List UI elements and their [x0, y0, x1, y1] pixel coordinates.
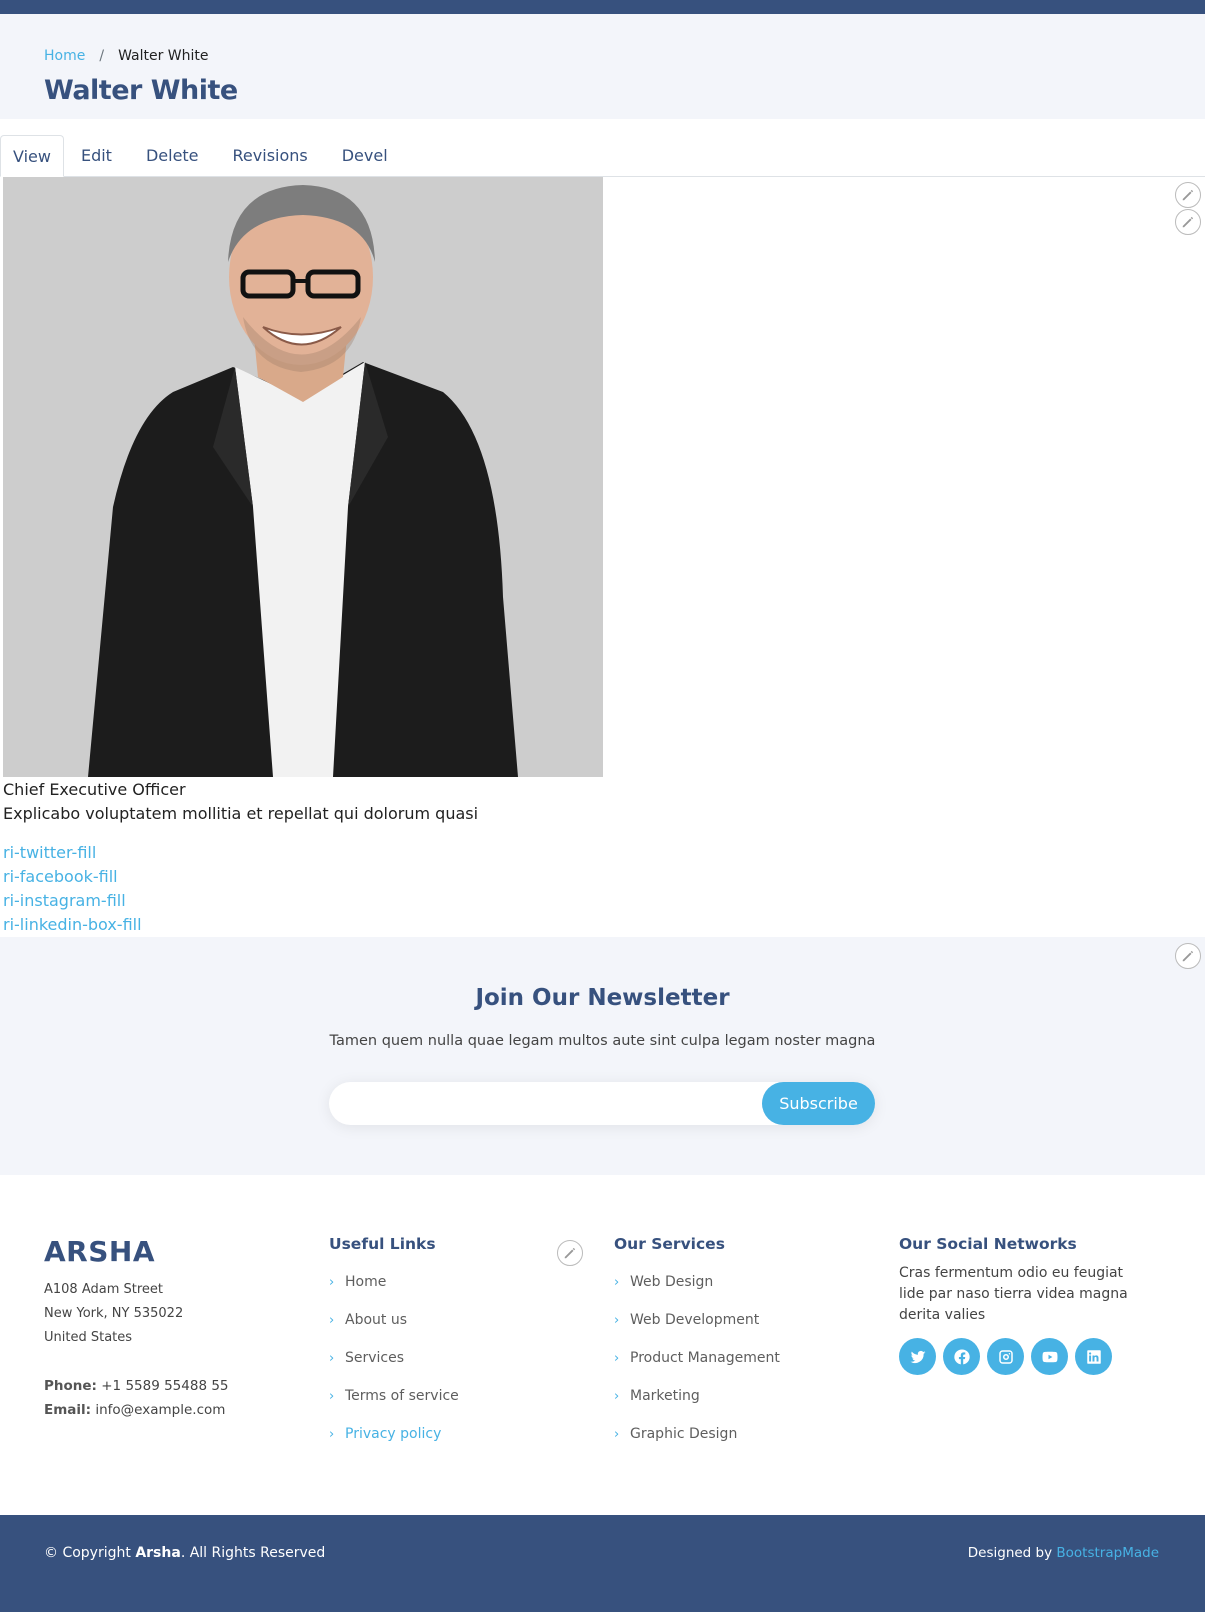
footer-services: Our Services › Web Design › Web Developmen…: [614, 1235, 780, 1453]
chevron-right-icon: ›: [329, 1350, 335, 1366]
footer-service-item[interactable]: › Graphic Design: [614, 1415, 780, 1453]
chevron-right-icon: ›: [329, 1388, 335, 1404]
chevron-right-icon: ›: [614, 1426, 620, 1442]
designer-link[interactable]: BootstrapMade: [1056, 1545, 1159, 1561]
breadcrumb-current: Walter White: [118, 48, 209, 64]
footer-service-item[interactable]: › Product Management: [614, 1339, 780, 1377]
subscribe-button[interactable]: Subscribe: [762, 1082, 875, 1125]
social-title: Our Social Networks: [899, 1235, 1077, 1253]
breadcrumb-separator: /: [99, 48, 105, 64]
email-label: Email:: [44, 1402, 92, 1418]
newsletter-form: Subscribe: [329, 1082, 875, 1125]
contextual-edit-pencil-icon[interactable]: [1175, 943, 1201, 969]
social-text: Cras fermentum odio eu feugiat lide par …: [899, 1265, 1128, 1323]
footer-social: Our Social Networks Cras fermentum odio …: [899, 1235, 1149, 1375]
newsletter-email-input[interactable]: [392, 1082, 812, 1125]
newsletter-section: Join Our Newsletter Tamen quem nulla qua…: [0, 937, 1205, 1175]
member-social-links: ri-twitter-fill ri-facebook-fill ri-inst…: [3, 841, 142, 937]
address-line: New York, NY 535022: [44, 1306, 184, 1321]
tab-devel[interactable]: Devel: [325, 135, 405, 177]
page-title: Walter White: [44, 75, 238, 106]
twitter-link[interactable]: ri-twitter-fill: [3, 841, 142, 865]
footer-brand: ARSHA: [44, 1235, 155, 1268]
instagram-link[interactable]: ri-instagram-fill: [3, 889, 142, 913]
contextual-edit-pencil-icon[interactable]: [1175, 182, 1201, 208]
footer-bottom: © Copyright Arsha. All Rights Reserved D…: [0, 1515, 1205, 1612]
chevron-right-icon: ›: [329, 1312, 335, 1328]
portrait-illustration: [3, 177, 603, 777]
twitter-icon[interactable]: [899, 1338, 936, 1375]
footer-useful-links: Useful Links › Home › About us › Services ›…: [329, 1235, 459, 1453]
linkedin-icon[interactable]: [1075, 1338, 1112, 1375]
footer-link-label: Home: [345, 1274, 387, 1290]
footer-link-label: Privacy policy: [345, 1426, 442, 1442]
tab-edit[interactable]: Edit: [64, 135, 129, 177]
footer-link-about[interactable]: › About us: [329, 1301, 459, 1339]
footer-link-label: Services: [345, 1350, 405, 1366]
footer-service-item[interactable]: › Web Development: [614, 1301, 780, 1339]
footer-link-privacy[interactable]: › Privacy policy: [329, 1415, 459, 1453]
phone-value: +1 5589 55488 55: [101, 1378, 229, 1394]
tab-revisions[interactable]: Revisions: [216, 135, 325, 177]
youtube-icon[interactable]: [1031, 1338, 1068, 1375]
footer-service-label: Web Design: [630, 1274, 714, 1290]
designed-by-label: Designed by: [967, 1545, 1053, 1561]
footer-phone: Phone: +1 5589 55488 55: [44, 1374, 229, 1398]
footer-link-home[interactable]: › Home: [329, 1263, 459, 1301]
chevron-right-icon: ›: [614, 1312, 620, 1328]
footer-contact: ARSHA A108 Adam Street New York, NY 5350…: [44, 1235, 229, 1422]
footer-email: Email: info@example.com: [44, 1398, 229, 1422]
services-title: Our Services: [614, 1235, 725, 1253]
address-line: United States: [44, 1330, 133, 1345]
member-info: Chief Executive Officer Explicabo volupt…: [3, 778, 478, 826]
breadcrumb: Home / Walter White: [44, 46, 1161, 66]
phone-label: Phone:: [44, 1378, 97, 1394]
footer-link-services[interactable]: › Services: [329, 1339, 459, 1377]
copyright-prefix: © Copyright: [44, 1545, 131, 1561]
credits: Designed by BootstrapMade: [968, 1545, 1159, 1561]
tab-delete[interactable]: Delete: [129, 135, 216, 177]
facebook-link[interactable]: ri-facebook-fill: [3, 865, 142, 889]
newsletter-title: Join Our Newsletter: [475, 985, 730, 1011]
member-role: Chief Executive Officer: [3, 780, 186, 799]
useful-links-title: Useful Links: [329, 1235, 436, 1253]
email-value: info@example.com: [95, 1402, 226, 1418]
member-photo: [3, 177, 603, 777]
footer-service-label: Web Development: [630, 1312, 760, 1328]
footer-service-label: Product Management: [630, 1350, 780, 1366]
newsletter-text: Tamen quem nulla quae legam multos aute …: [329, 1033, 876, 1049]
footer-link-label: About us: [345, 1312, 408, 1328]
contextual-edit-pencil-icon[interactable]: [1175, 209, 1201, 235]
facebook-icon[interactable]: [943, 1338, 980, 1375]
breadcrumbs-section: Home / Walter White Walter White: [0, 14, 1205, 119]
copyright-brand: Arsha: [135, 1545, 181, 1561]
footer-service-label: Graphic Design: [630, 1426, 738, 1442]
footer-link-terms[interactable]: › Terms of service: [329, 1377, 459, 1415]
copyright-suffix: . All Rights Reserved: [180, 1545, 326, 1561]
chevron-right-icon: ›: [329, 1426, 335, 1442]
breadcrumb-home-link[interactable]: Home: [44, 48, 85, 64]
chevron-right-icon: ›: [614, 1388, 620, 1404]
footer-service-item[interactable]: › Marketing: [614, 1377, 780, 1415]
footer-top: ARSHA A108 Adam Street New York, NY 5350…: [0, 1175, 1205, 1515]
contextual-edit-pencil-icon[interactable]: [557, 1240, 583, 1266]
footer-service-label: Marketing: [630, 1388, 700, 1404]
footer-service-item[interactable]: › Web Design: [614, 1263, 780, 1301]
social-icons: [899, 1338, 1149, 1375]
instagram-icon[interactable]: [987, 1338, 1024, 1375]
address-line: A108 Adam Street: [44, 1282, 164, 1297]
member-description: Explicabo voluptatem mollitia et repella…: [3, 804, 479, 823]
top-bar: [0, 0, 1205, 14]
chevron-right-icon: ›: [614, 1350, 620, 1366]
chevron-right-icon: ›: [329, 1274, 335, 1290]
local-tasks-tabs: View Edit Delete Revisions Devel: [0, 135, 1205, 177]
footer-link-label: Terms of service: [345, 1388, 459, 1404]
copyright: © Copyright Arsha. All Rights Reserved: [44, 1545, 325, 1561]
linkedin-link[interactable]: ri-linkedin-box-fill: [3, 913, 142, 937]
footer-address: A108 Adam Street New York, NY 535022 Uni…: [44, 1278, 229, 1350]
chevron-right-icon: ›: [614, 1274, 620, 1290]
tab-view[interactable]: View: [0, 135, 64, 177]
